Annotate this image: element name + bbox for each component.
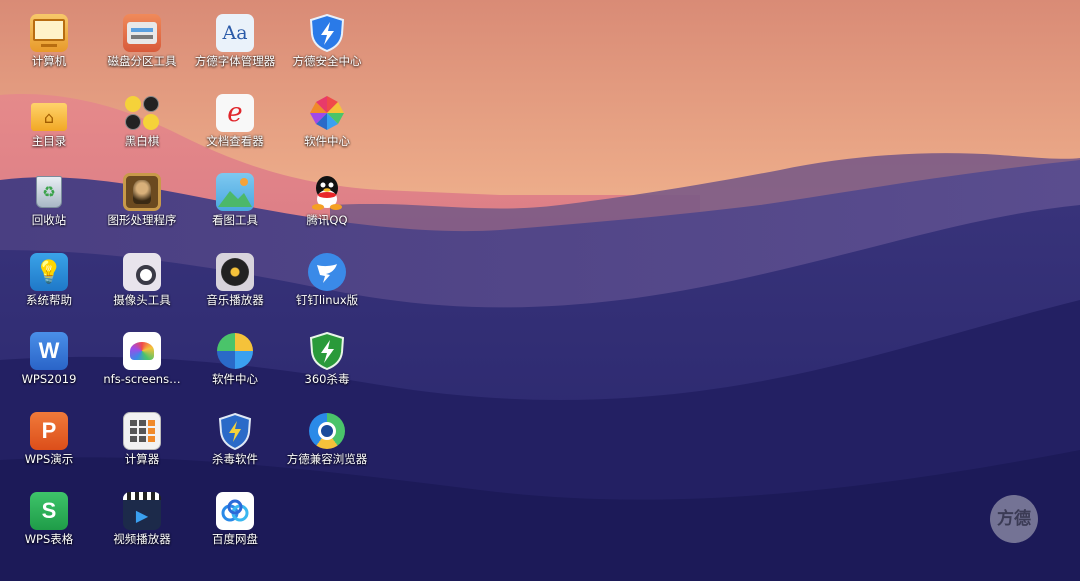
reversi-icon — [123, 94, 161, 132]
desktop-icon-360-antivirus[interactable]: 360杀毒 — [282, 332, 372, 386]
desktop-icon-label: 杀毒软件 — [212, 452, 258, 466]
desktop-icon-label: 文档查看器 — [206, 134, 264, 148]
software-center-icon — [308, 94, 346, 132]
desktop-icon-label: 音乐播放器 — [206, 293, 264, 307]
desktop-icon-label: 腾讯QQ — [306, 213, 348, 227]
desktop-icon-nfs-screenshot[interactable]: nfs-screens… — [97, 332, 187, 386]
browser-icon — [308, 412, 346, 450]
trash-icon: ♻ — [30, 173, 68, 211]
camera-icon — [123, 253, 161, 291]
desktop-icon-label: 方德兼容浏览器 — [286, 452, 368, 466]
desktop-icon-label: 计算器 — [124, 452, 160, 466]
desktop-icon-home-folder[interactable]: ⌂ 主目录 — [4, 94, 94, 148]
computer-icon — [30, 14, 68, 52]
desktop-icon-disk-partition[interactable]: 磁盘分区工具 — [97, 14, 187, 68]
desktop-icon-dingtalk[interactable]: 钉钉linux版 — [282, 253, 372, 307]
desktop-icon-label: 百度网盘 — [212, 532, 258, 546]
desktop-icon-label: 摄像头工具 — [113, 293, 171, 307]
font-manager-icon: Aa — [216, 14, 254, 52]
security-center-icon — [308, 14, 346, 52]
software-center-2-icon — [216, 332, 254, 370]
antivirus-icon — [216, 412, 254, 450]
document-viewer-icon: e — [216, 94, 254, 132]
desktop-icon-label: WPS2019 — [21, 372, 77, 386]
nfs-screenshot-icon — [123, 332, 161, 370]
qq-icon — [308, 173, 346, 211]
desktop-icon-wps-writer[interactable]: W WPS2019 — [4, 332, 94, 386]
desktop[interactable]: 计算机 ⌂ 主目录 ♻ 回收站 💡 系统帮助 W WPS2019 P WPS演示… — [0, 0, 1080, 581]
desktop-icon-label: 黑白棋 — [124, 134, 160, 148]
desktop-icon-label: 软件中心 — [304, 134, 350, 148]
360-antivirus-icon — [308, 332, 346, 370]
desktop-icon-document-viewer[interactable]: e 文档查看器 — [190, 94, 280, 148]
desktop-icon-label: WPS表格 — [24, 532, 74, 546]
desktop-icon-label: 磁盘分区工具 — [107, 54, 177, 68]
disk-partition-icon — [123, 14, 161, 52]
desktop-icon-label: 视频播放器 — [113, 532, 171, 546]
help-icon: 💡 — [30, 253, 68, 291]
desktop-icon-label: nfs-screens… — [103, 372, 181, 386]
desktop-icon-music-player[interactable]: 音乐播放器 — [190, 253, 280, 307]
baidu-netdisk-icon — [216, 492, 254, 530]
desktop-icon-image-editor[interactable]: 图形处理程序 — [97, 173, 187, 227]
desktop-icon-computer[interactable]: 计算机 — [4, 14, 94, 68]
desktop-icon-font-manager[interactable]: Aa 方德字体管理器 — [190, 14, 280, 68]
dingtalk-icon — [308, 253, 346, 291]
desktop-icon-label: 回收站 — [31, 213, 67, 227]
wps-spreadsheet-icon: S — [30, 492, 68, 530]
desktop-icon-security-center[interactable]: 方德安全中心 — [282, 14, 372, 68]
desktop-icon-label: 图形处理程序 — [107, 213, 177, 227]
music-player-icon — [216, 253, 254, 291]
video-player-icon: ▶ — [123, 492, 161, 530]
image-editor-icon — [123, 173, 161, 211]
desktop-icon-label: 钉钉linux版 — [295, 293, 359, 307]
desktop-icon-label: 主目录 — [31, 134, 67, 148]
desktop-icon-browser[interactable]: 方德兼容浏览器 — [282, 412, 372, 466]
desktop-icon-wps-presentation[interactable]: P WPS演示 — [4, 412, 94, 466]
nfs-watermark-logo: 方德 — [990, 495, 1038, 543]
desktop-icon-reversi[interactable]: 黑白棋 — [97, 94, 187, 148]
desktop-icon-calculator[interactable]: 计算器 — [97, 412, 187, 466]
desktop-icon-help[interactable]: 💡 系统帮助 — [4, 253, 94, 307]
desktop-icon-antivirus[interactable]: 杀毒软件 — [190, 412, 280, 466]
wps-presentation-icon: P — [30, 412, 68, 450]
desktop-icon-label: 看图工具 — [212, 213, 258, 227]
desktop-icon-label: 360杀毒 — [304, 372, 350, 386]
desktop-icon-label: 方德安全中心 — [292, 54, 362, 68]
calculator-icon — [123, 412, 161, 450]
desktop-icon-label: WPS演示 — [24, 452, 74, 466]
desktop-icon-qq[interactable]: 腾讯QQ — [282, 173, 372, 227]
desktop-icon-label: 计算机 — [31, 54, 67, 68]
wps-writer-icon: W — [30, 332, 68, 370]
desktop-icon-label: 软件中心 — [212, 372, 258, 386]
watermark-logo-text: 方德 — [997, 509, 1031, 529]
desktop-icon-software-center[interactable]: 软件中心 — [282, 94, 372, 148]
desktop-icon-wps-spreadsheet[interactable]: S WPS表格 — [4, 492, 94, 546]
home-folder-icon: ⌂ — [30, 94, 68, 132]
image-viewer-icon — [216, 173, 254, 211]
desktop-icon-image-viewer[interactable]: 看图工具 — [190, 173, 280, 227]
desktop-icon-label: 方德字体管理器 — [194, 54, 276, 68]
desktop-icon-trash[interactable]: ♻ 回收站 — [4, 173, 94, 227]
desktop-icon-video-player[interactable]: ▶ 视频播放器 — [97, 492, 187, 546]
desktop-icon-label: 系统帮助 — [26, 293, 72, 307]
desktop-icon-baidu-netdisk[interactable]: 百度网盘 — [190, 492, 280, 546]
desktop-icon-camera[interactable]: 摄像头工具 — [97, 253, 187, 307]
desktop-icon-software-center-2[interactable]: 软件中心 — [190, 332, 280, 386]
